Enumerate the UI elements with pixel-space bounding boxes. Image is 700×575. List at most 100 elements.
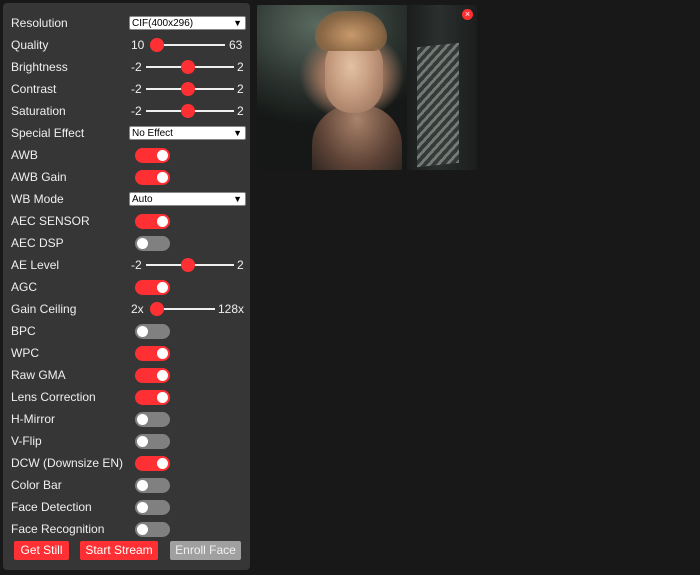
color-bar-row: Color Bar [11, 474, 244, 496]
resolution-select[interactable]: CIF(400x296) ▼ [129, 16, 246, 30]
contrast-min: -2 [131, 82, 142, 96]
saturation-max: 2 [237, 104, 244, 118]
toggle-knob [157, 392, 168, 403]
toggle-knob [137, 502, 148, 513]
face-detection-label: Face Detection [11, 500, 92, 514]
wb-mode-label: WB Mode [11, 192, 64, 206]
contrast-row: Contrast -2 2 [11, 78, 244, 100]
lens-correction-toggle[interactable] [135, 390, 170, 405]
special-effect-select[interactable]: No Effect ▼ [129, 126, 246, 140]
aec-dsp-label: AEC DSP [11, 236, 64, 250]
bpc-label: BPC [11, 324, 36, 338]
ae-level-label: AE Level [11, 258, 60, 272]
wb-mode-row: WB Mode Auto ▼ [11, 188, 246, 210]
start-stream-button[interactable]: Start Stream [80, 541, 158, 560]
toggle-knob [137, 238, 148, 249]
face-recognition-toggle[interactable] [135, 522, 170, 537]
agc-row: AGC [11, 276, 244, 298]
aec-dsp-row: AEC DSP [11, 232, 244, 254]
aec-sensor-row: AEC SENSOR [11, 210, 244, 232]
wpc-row: WPC [11, 342, 244, 364]
toggle-knob [137, 524, 148, 535]
gain-ceiling-row: Gain Ceiling 2x 128x [11, 298, 244, 320]
camera-preview: × [257, 5, 477, 170]
close-icon[interactable]: × [462, 9, 473, 20]
gain-ceiling-thumb[interactable] [150, 302, 164, 316]
resolution-row: Resolution CIF(400x296) ▼ [11, 12, 246, 34]
contrast-max: 2 [237, 82, 244, 96]
toggle-knob [137, 436, 148, 447]
preview-shoulders [312, 105, 402, 170]
h-mirror-toggle[interactable] [135, 412, 170, 427]
toggle-knob [137, 480, 148, 491]
face-detection-toggle[interactable] [135, 500, 170, 515]
dcw-row: DCW (Downsize EN) [11, 452, 244, 474]
bpc-row: BPC [11, 320, 244, 342]
action-buttons: Get Still Start Stream Enroll Face [11, 541, 251, 561]
brightness-row: Brightness -2 2 [11, 56, 244, 78]
color-bar-label: Color Bar [11, 478, 62, 492]
quality-thumb[interactable] [150, 38, 164, 52]
bpc-toggle[interactable] [135, 324, 170, 339]
special-effect-row: Special Effect No Effect ▼ [11, 122, 246, 144]
special-effect-value: No Effect [132, 128, 173, 139]
enroll-face-button[interactable]: Enroll Face [170, 541, 241, 560]
quality-max: 63 [229, 38, 243, 52]
contrast-label: Contrast [11, 82, 57, 96]
h-mirror-label: H-Mirror [11, 412, 55, 426]
toggle-knob [157, 216, 168, 227]
gain-ceiling-label: Gain Ceiling [11, 302, 77, 316]
contrast-thumb[interactable] [181, 82, 195, 96]
saturation-thumb[interactable] [181, 104, 195, 118]
toggle-knob [157, 458, 168, 469]
chevron-down-icon: ▼ [233, 128, 242, 138]
ae-level-row: AE Level -2 2 [11, 254, 244, 276]
quality-slider[interactable] [155, 44, 225, 46]
settings-panel: Resolution CIF(400x296) ▼ Quality 10 63 … [3, 3, 250, 570]
quality-min: 10 [131, 38, 145, 52]
awb-row: AWB [11, 144, 244, 166]
brightness-label: Brightness [11, 60, 68, 74]
v-flip-label: V-Flip [11, 434, 42, 448]
saturation-label: Saturation [11, 104, 66, 118]
wpc-toggle[interactable] [135, 346, 170, 361]
preview-hair [315, 11, 387, 51]
toggle-knob [157, 172, 168, 183]
ae-level-thumb[interactable] [181, 258, 195, 272]
v-flip-row: V-Flip [11, 430, 244, 452]
chevron-down-icon: ▼ [233, 18, 242, 28]
agc-toggle[interactable] [135, 280, 170, 295]
wb-mode-select[interactable]: Auto ▼ [129, 192, 246, 206]
aec-sensor-label: AEC SENSOR [11, 214, 90, 228]
raw-gma-label: Raw GMA [11, 368, 66, 382]
gain-ceiling-max: 128x [218, 302, 245, 316]
quality-row: Quality 10 63 [11, 34, 244, 56]
face-recognition-label: Face Recognition [11, 522, 105, 536]
quality-label: Quality [11, 38, 49, 52]
agc-label: AGC [11, 280, 38, 294]
face-recognition-row: Face Recognition [11, 518, 244, 540]
color-bar-toggle[interactable] [135, 478, 170, 493]
resolution-label: Resolution [11, 16, 68, 30]
brightness-min: -2 [131, 60, 142, 74]
v-flip-toggle[interactable] [135, 434, 170, 449]
awb-gain-toggle[interactable] [135, 170, 170, 185]
aec-dsp-toggle[interactable] [135, 236, 170, 251]
preview-door-slats [417, 42, 459, 168]
dcw-toggle[interactable] [135, 456, 170, 471]
wb-mode-value: Auto [132, 194, 153, 205]
aec-sensor-toggle[interactable] [135, 214, 170, 229]
toggle-knob [157, 282, 168, 293]
h-mirror-row: H-Mirror [11, 408, 244, 430]
raw-gma-toggle[interactable] [135, 368, 170, 383]
toggle-knob [157, 348, 168, 359]
chevron-down-icon: ▼ [233, 194, 242, 204]
ae-level-min: -2 [131, 258, 142, 272]
ae-level-max: 2 [237, 258, 244, 272]
raw-gma-row: Raw GMA [11, 364, 244, 386]
get-still-button[interactable]: Get Still [14, 541, 69, 560]
awb-toggle[interactable] [135, 148, 170, 163]
saturation-row: Saturation -2 2 [11, 100, 244, 122]
toggle-knob [137, 414, 148, 425]
brightness-thumb[interactable] [181, 60, 195, 74]
